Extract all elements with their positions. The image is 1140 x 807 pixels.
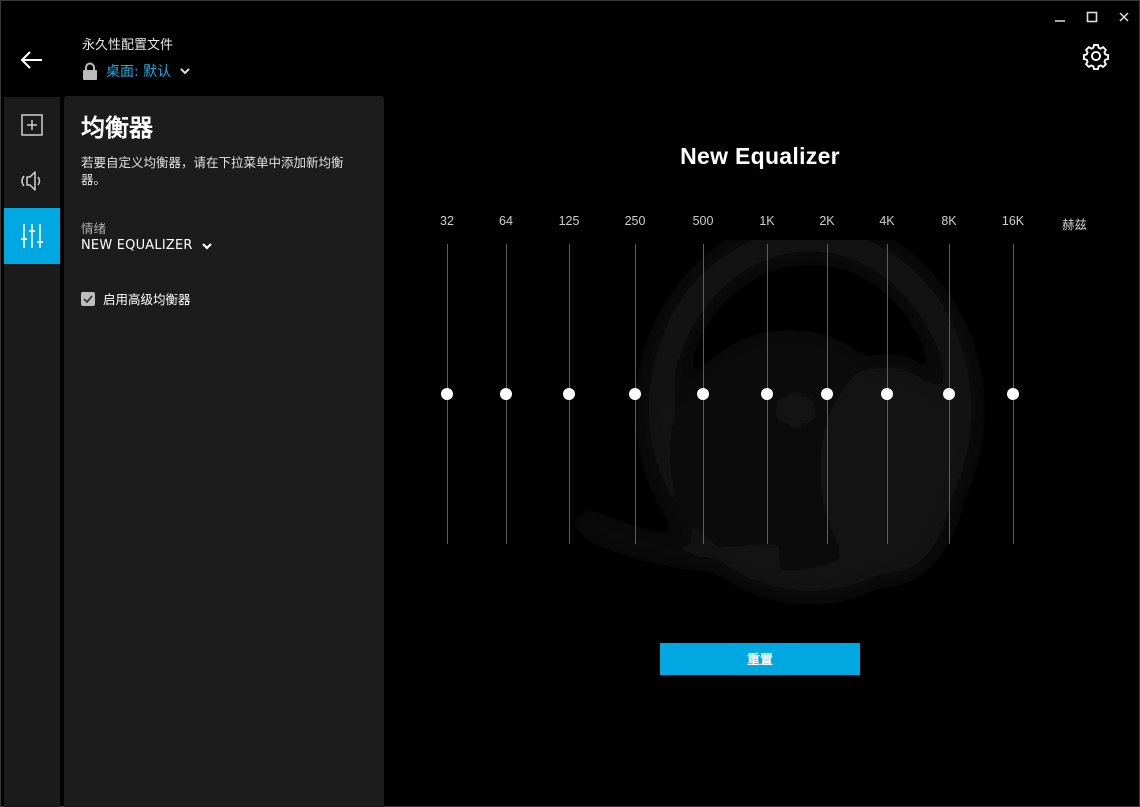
arrow-left-icon (20, 51, 42, 69)
band-label: 500 (692, 214, 714, 228)
advanced-eq-checkbox[interactable] (81, 291, 95, 306)
panel-description: 若要自定义均衡器，请在下拉菜单中添加新均衡器。 (81, 155, 344, 187)
band-label: 8K (941, 214, 957, 228)
feature-rail (4, 97, 60, 807)
preset-value: NEW EQUALIZER (81, 238, 193, 253)
maximize-button[interactable] (1083, 8, 1101, 26)
advanced-eq-toggle[interactable]: 启用高级均衡器 (81, 289, 191, 308)
back-button[interactable] (18, 46, 46, 74)
band-slider-thumb[interactable] (500, 388, 512, 400)
add-icon (21, 114, 43, 136)
equalizer-icon (21, 224, 43, 248)
band-label: 2K (819, 214, 835, 228)
headset-background-image (575, 240, 978, 598)
band-slider-thumb[interactable] (943, 388, 955, 400)
band-label: 4K (879, 214, 895, 228)
rail-item-equalizer[interactable] (4, 208, 60, 264)
speaker-icon (21, 171, 41, 191)
band-slider-thumb[interactable] (697, 388, 709, 400)
advanced-eq-label: 启用高级均衡器 (103, 292, 191, 307)
reset-button[interactable]: 重置 (660, 643, 860, 675)
band-slider-thumb[interactable] (441, 388, 453, 400)
preset-dropdown[interactable]: NEW EQUALIZER (81, 238, 213, 253)
minimize-button[interactable] (1051, 8, 1069, 26)
band-label: 32 (440, 214, 454, 228)
check-icon (83, 294, 93, 303)
band-slider-thumb[interactable] (1007, 388, 1019, 400)
chevron-down-icon (201, 242, 212, 250)
chevron-down-icon (180, 68, 190, 75)
maximize-icon (1086, 11, 1098, 23)
equalizer-title: New Equalizer (680, 143, 840, 169)
gear-icon (1082, 43, 1110, 71)
band-label: 125 (558, 214, 580, 228)
rail-item-assignments[interactable] (4, 97, 60, 153)
band-label: 250 (624, 214, 646, 228)
preset-label: 情绪 (81, 221, 107, 236)
band-label: 1K (759, 214, 775, 228)
minimize-icon (1055, 20, 1065, 22)
band-label: 64 (499, 214, 513, 228)
profile-type-label: 永久性配置文件 (82, 38, 174, 53)
band-slider-thumb[interactable] (563, 388, 575, 400)
rail-item-audio[interactable] (4, 153, 60, 209)
lock-icon (83, 62, 97, 80)
equalizer-panel: 均衡器 若要自定义均衡器，请在下拉菜单中添加新均衡器。 情绪 NEW EQUAL… (64, 96, 384, 807)
frequency-unit-label: 赫兹 (1062, 217, 1088, 232)
close-icon (1119, 12, 1129, 22)
settings-button[interactable] (1082, 42, 1110, 71)
band-label: 16K (1001, 214, 1025, 228)
band-slider-thumb[interactable] (821, 388, 833, 400)
profile-name: 桌面: 默认 (106, 64, 172, 80)
band-slider-thumb[interactable] (629, 388, 641, 400)
profile-selector[interactable]: 桌面: 默认 (82, 60, 191, 82)
panel-title: 均衡器 (81, 114, 153, 142)
close-button[interactable] (1115, 8, 1133, 26)
band-slider-thumb[interactable] (881, 388, 893, 400)
band-slider-thumb[interactable] (761, 388, 773, 400)
